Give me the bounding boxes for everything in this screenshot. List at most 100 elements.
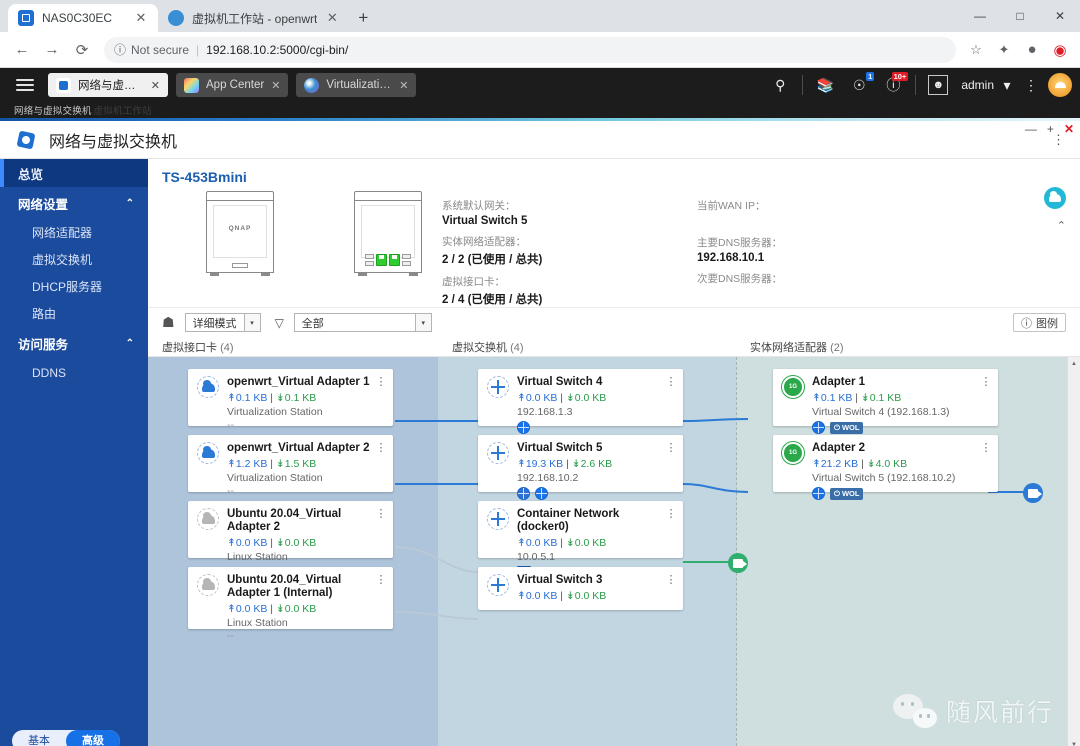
home-icon[interactable]: ☗	[162, 314, 175, 331]
physical-adapter-card[interactable]: 1G Adapter 1 ↟0.1 KB | ↡0.1 KB Virtual S…	[773, 369, 998, 434]
qts-tab-close-icon[interactable]: ✕	[399, 79, 408, 92]
tab-close-icon[interactable]: ✕	[325, 11, 339, 25]
vertical-dots-icon[interactable]: ⋮	[376, 441, 388, 454]
globe-icon	[535, 487, 548, 500]
puzzle-extension-icon[interactable]: ✦	[992, 38, 1016, 62]
chevron-down-icon[interactable]: ▾	[243, 314, 260, 331]
legend-label: 图例	[1036, 317, 1058, 330]
vertical-dots-icon[interactable]: ⋮	[981, 375, 993, 388]
download-icon: ↡	[571, 458, 581, 470]
virtual-switch-card[interactable]: Container Network (docker0) ↟0.0 KB | ↡0…	[478, 501, 683, 579]
download-value: 0.1 KB	[284, 392, 317, 404]
user-avatar-icon[interactable]: ☻	[921, 68, 955, 102]
filter-select[interactable]: 全部 ▾	[293, 313, 432, 332]
vertical-dots-icon[interactable]: ⋮	[376, 573, 388, 586]
app-maximize-button[interactable]: +	[1047, 122, 1054, 136]
browser-tab-0[interactable]: NAS0C30EC ✕	[8, 4, 158, 32]
vertical-scrollbar[interactable]: ▲ ▼	[1067, 357, 1080, 746]
view-mode-select[interactable]: 详细模式 ▾	[184, 313, 261, 332]
scroll-down-arrow[interactable]: ▼	[1071, 738, 1077, 746]
sidebar-group-network-settings[interactable]: 网络设置 ⌃	[0, 187, 148, 219]
vertical-dots-icon[interactable]: ⋮	[666, 573, 678, 586]
qts-tab-app-center[interactable]: App Center ✕	[176, 73, 289, 97]
internet-node-green-icon[interactable]	[728, 553, 748, 573]
qts-tab-close-icon[interactable]: ✕	[271, 79, 280, 92]
internet-node-blue-icon[interactable]	[1023, 483, 1043, 503]
mode-toggle[interactable]: 基本 高级	[12, 730, 120, 746]
sidebar-item-network-adapter[interactable]: 网络适配器	[0, 219, 148, 246]
window-maximize-button[interactable]: □	[1000, 0, 1040, 32]
column-header-virtual-adapters: 虚拟接口卡 (4)	[148, 339, 438, 355]
window-minimize-button[interactable]: —	[960, 0, 1000, 32]
sidebar-item-ddns[interactable]: DDNS	[0, 359, 148, 386]
info-icon[interactable]: ⓘ 10+	[876, 68, 910, 102]
chevron-up-icon[interactable]: ⌃	[1057, 219, 1066, 232]
forward-icon[interactable]: →	[38, 36, 66, 64]
legend-button[interactable]: ⓘ 图例	[1013, 313, 1066, 332]
wechat-watermark: 随风前行	[892, 693, 1054, 729]
tab-close-icon[interactable]: ✕	[134, 11, 148, 25]
chevron-down-icon[interactable]: ▾	[1000, 68, 1014, 102]
info-circle-icon: ⓘ	[1021, 317, 1032, 330]
backup-icon[interactable]: 📚	[808, 68, 842, 102]
browser-tab-1[interactable]: 虚拟机工作站 - openwrt ✕	[158, 4, 350, 32]
reload-icon[interactable]: ⟳	[68, 36, 96, 64]
qts-tab-virtualization[interactable]: Virtualization St... ✕	[296, 73, 417, 97]
virtual-adapter-card[interactable]: Ubuntu 20.04_Virtual Adapter 1 (Internal…	[188, 567, 393, 642]
upload-value: 0.1 KB	[235, 392, 268, 404]
virtual-switch-card[interactable]: Virtual Switch 4 ↟0.0 KB | ↡0.0 KB 192.1…	[478, 369, 683, 434]
admin-label[interactable]: admin	[955, 78, 1000, 92]
qts-tab-network[interactable]: 网络与虚拟交换... ✕	[48, 73, 168, 97]
sidebar-group-access-service[interactable]: 访问服务 ⌃	[0, 327, 148, 359]
scroll-up-arrow[interactable]: ▲	[1071, 357, 1077, 370]
star-icon[interactable]: ☆	[964, 38, 988, 62]
upload-value: 19.3 KB	[525, 458, 564, 470]
vertical-dots-icon[interactable]: ⋮	[981, 441, 993, 454]
vertical-dots-icon[interactable]: ⋮	[376, 507, 388, 520]
search-icon[interactable]: ⚲	[763, 68, 797, 102]
page-title: 网络与虚拟交换机	[49, 133, 178, 151]
upload-icon: ↟	[227, 537, 236, 549]
sidebar-group-label: 网络设置	[18, 197, 69, 212]
virtual-switch-card[interactable]: Virtual Switch 3 ↟0.0 KB | ↡0.0 KB ⋮	[478, 567, 683, 610]
qts-tab-close-icon[interactable]: ✕	[151, 79, 160, 92]
profile-icon[interactable]: ●	[1020, 38, 1044, 62]
virtual-adapter-card[interactable]: openwrt_Virtual Adapter 1 ↟0.1 KB | ↡0.1…	[188, 369, 393, 431]
virtual-adapter-card[interactable]: openwrt_Virtual Adapter 2 ↟1.2 KB | ↡1.5…	[188, 435, 393, 497]
card-title: openwrt_Virtual Adapter 2	[227, 442, 370, 454]
sidebar-item-virtual-switch[interactable]: 虚拟交换机	[0, 246, 148, 273]
dashboard-gauge-icon[interactable]	[1048, 73, 1072, 97]
physical-adapter-card[interactable]: 1G Adapter 2 ↟21.2 KB | ↡4.0 KB Virtual …	[773, 435, 998, 500]
back-icon[interactable]: ←	[8, 36, 36, 64]
mode-toggle-basic[interactable]: 基本	[12, 730, 66, 746]
app-close-button[interactable]: ✕	[1064, 122, 1074, 136]
sidebar-item-route[interactable]: 路由	[0, 300, 148, 327]
vertical-dots-icon[interactable]: ⋮	[666, 375, 678, 388]
opera-icon[interactable]: ◉	[1048, 38, 1072, 62]
sidebar-item-overview[interactable]: 总览	[0, 159, 148, 187]
sidebar: 总览 网络设置 ⌃ 网络适配器 虚拟交换机 DHCP服务器 路由 访问服务 ⌃	[0, 159, 148, 746]
vertical-dots-icon[interactable]: ⋮	[1014, 68, 1048, 102]
device-model: TS-453Bmini	[162, 169, 247, 185]
new-tab-button[interactable]: +	[349, 4, 377, 32]
vertical-dots-icon[interactable]: ⋮	[666, 441, 678, 454]
hamburger-icon[interactable]	[10, 74, 40, 96]
address-bar[interactable]: ⓘ Not secure | 192.168.10.2:5000/cgi-bin…	[104, 36, 956, 63]
mode-toggle-advanced[interactable]: 高级	[66, 730, 120, 746]
filter-funnel-icon[interactable]: ▽	[275, 316, 284, 330]
security-indicator[interactable]: ⓘ Not secure	[114, 41, 189, 58]
window-close-button[interactable]: ✕	[1040, 0, 1080, 32]
virtual-switch-card[interactable]: Virtual Switch 5 ↟19.3 KB | ↡2.6 KB 192.…	[478, 435, 683, 500]
app-minimize-button[interactable]: —	[1025, 122, 1037, 136]
vertical-dots-icon[interactable]: ⋮	[666, 507, 678, 520]
notification-icon[interactable]: ☉ 1	[842, 68, 876, 102]
virtual-adapter-card[interactable]: Ubuntu 20.04_Virtual Adapter 2 ↟0.0 KB |…	[188, 501, 393, 576]
sidebar-item-dhcp-server[interactable]: DHCP服务器	[0, 273, 148, 300]
wan-ip-label: 当前WAN IP：	[697, 200, 766, 212]
globe-icon	[517, 421, 530, 434]
chevron-down-icon[interactable]: ▾	[414, 314, 431, 331]
cloud-icon[interactable]	[1044, 187, 1066, 209]
vertical-dots-icon[interactable]: ⋮	[376, 375, 388, 388]
card-title: Virtual Switch 5	[517, 442, 603, 454]
download-value: 4.0 KB	[875, 458, 908, 470]
